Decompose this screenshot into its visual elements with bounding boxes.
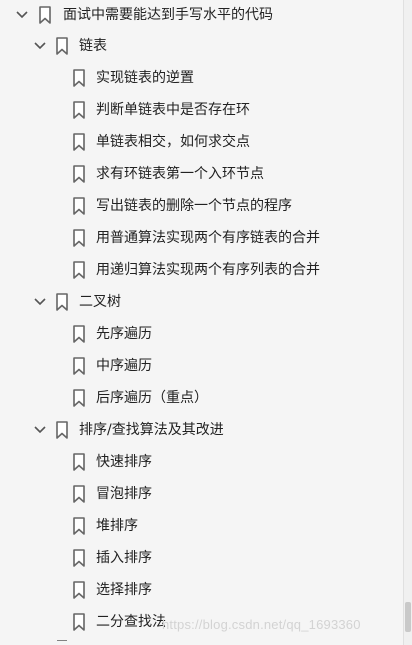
bookmark-group-label: 排序/查找算法及其改进 <box>79 422 224 438</box>
bookmarks-panel: 面试中需要能达到手写水平的代码 链表 实现链表的逆置 判断单链表中是否存在环 单… <box>0 0 412 645</box>
bookmark-icon <box>72 165 86 183</box>
bookmark-group-sorting-search[interactable]: 排序/查找算法及其改进 <box>0 417 412 443</box>
bookmark-item-label: 中序遍历 <box>96 358 152 374</box>
bookmark-item-label: 堆排序 <box>96 518 138 534</box>
bookmark-item[interactable]: 写出链表的删除一个节点的程序 <box>0 193 412 219</box>
bookmark-item[interactable]: 实现链表的逆置 <box>0 65 412 91</box>
bookmark-item-label: 插入排序 <box>96 550 152 566</box>
watermark: https://blog.csdn.net/qq_1693360 <box>162 617 361 632</box>
bookmark-icon <box>72 229 86 247</box>
bookmark-group-label: 二叉树 <box>79 294 121 310</box>
bookmark-item[interactable]: 后序遍历（重点） <box>0 385 412 411</box>
bookmark-item-label: 二分查找法 <box>96 614 166 630</box>
chevron-down-icon[interactable] <box>15 8 29 22</box>
bookmark-icon <box>72 453 86 471</box>
bookmark-icon <box>72 389 86 407</box>
bookmark-icon <box>72 101 86 119</box>
bookmark-icon <box>55 421 69 439</box>
bookmark-icon <box>72 197 86 215</box>
bookmark-item-label: 用普通算法实现两个有序链表的合并 <box>96 230 320 246</box>
bookmark-item-label: 冒泡排序 <box>96 486 152 502</box>
bookmark-icon <box>72 613 86 631</box>
bookmark-item[interactable]: 堆排序 <box>0 513 412 539</box>
bookmark-icon <box>72 325 86 343</box>
bookmark-item[interactable]: 中序遍历 <box>0 353 412 379</box>
bookmark-partial-row <box>0 640 412 645</box>
bookmark-icon <box>57 640 67 641</box>
chevron-down-icon[interactable] <box>33 295 47 309</box>
bookmark-item-label: 后序遍历（重点） <box>96 390 208 406</box>
bookmark-icon <box>72 485 86 503</box>
bookmark-item-label: 选择排序 <box>96 582 152 598</box>
bookmark-item-label: 写出链表的删除一个节点的程序 <box>96 198 292 214</box>
bookmark-item[interactable]: 快速排序 <box>0 449 412 475</box>
bookmark-item[interactable]: 插入排序 <box>0 545 412 571</box>
bookmark-item-label: 快速排序 <box>96 454 152 470</box>
bookmark-group-linked-list[interactable]: 链表 <box>0 33 412 59</box>
bookmark-root-label: 面试中需要能达到手写水平的代码 <box>63 7 273 23</box>
bookmark-item[interactable]: 单链表相交，如何求交点 <box>0 129 412 155</box>
bookmark-icon <box>72 133 86 151</box>
bookmark-item[interactable]: 先序遍历 <box>0 321 412 347</box>
bookmark-icon <box>38 6 52 24</box>
bookmark-item[interactable]: 求有环链表第一个入环节点 <box>0 161 412 187</box>
bookmark-item[interactable]: 选择排序 <box>0 577 412 603</box>
bookmark-item-label: 求有环链表第一个入环节点 <box>96 166 264 182</box>
bookmark-icon <box>55 37 69 55</box>
bookmark-item[interactable]: 用普通算法实现两个有序链表的合并 <box>0 225 412 251</box>
bookmark-item[interactable]: 冒泡排序 <box>0 481 412 507</box>
bookmark-item-label: 先序遍历 <box>96 326 152 342</box>
bookmark-item-label: 用递归算法实现两个有序列表的合并 <box>96 262 320 278</box>
bookmark-group-label: 链表 <box>79 38 107 54</box>
bookmark-icon <box>72 69 86 87</box>
bookmark-icon <box>72 581 86 599</box>
scrollbar-thumb[interactable] <box>405 602 411 632</box>
chevron-down-icon[interactable] <box>33 423 47 437</box>
vertical-scrollbar[interactable] <box>403 0 412 645</box>
bookmark-group-binary-tree[interactable]: 二叉树 <box>0 289 412 315</box>
bookmark-icon <box>72 517 86 535</box>
bookmark-item[interactable]: 用递归算法实现两个有序列表的合并 <box>0 257 412 283</box>
bookmark-item-label: 单链表相交，如何求交点 <box>96 134 250 150</box>
chevron-down-icon[interactable] <box>33 39 47 53</box>
bookmark-icon <box>72 357 86 375</box>
bookmark-item[interactable]: 判断单链表中是否存在环 <box>0 97 412 123</box>
bookmark-icon <box>72 549 86 567</box>
bookmark-root[interactable]: 面试中需要能达到手写水平的代码 <box>0 2 412 28</box>
bookmark-icon <box>55 293 69 311</box>
bookmark-item-label: 判断单链表中是否存在环 <box>96 102 250 118</box>
bookmark-icon <box>72 261 86 279</box>
bookmark-item-label: 实现链表的逆置 <box>96 70 194 86</box>
